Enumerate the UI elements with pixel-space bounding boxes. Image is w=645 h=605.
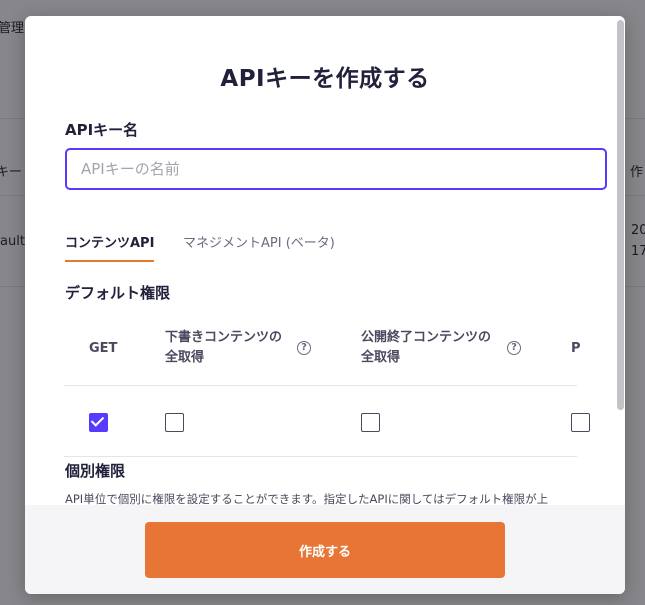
closed-fetch-checkbox[interactable] — [361, 413, 380, 432]
individual-permissions-title: 個別権限 — [65, 462, 126, 480]
modal-footer: 作成する — [25, 505, 625, 594]
modal-scrollbar-thumb[interactable] — [617, 20, 624, 410]
create-api-key-modal: APIキーを作成する APIキー名 コンテンツAPI マネジメントAPI (ベー… — [25, 16, 625, 594]
draft-fetch-checkbox[interactable] — [165, 413, 184, 432]
create-button[interactable]: 作成する — [145, 522, 505, 578]
api-type-tabs: コンテンツAPI マネジメントAPI (ベータ) — [65, 232, 577, 262]
tab-management-api[interactable]: マネジメントAPI (ベータ) — [183, 232, 335, 251]
perm-header-closed-fetch: 公開終了コンテンツの 全取得 — [361, 330, 492, 365]
perm-header-get: GET — [89, 341, 118, 356]
question-circle-icon[interactable]: ? — [297, 341, 311, 355]
api-key-name-label: APIキー名 — [65, 121, 139, 139]
perm-header-draft-fetch: 下書きコンテンツの 全取得 — [165, 330, 283, 365]
table-divider — [64, 456, 577, 457]
tab-content-api[interactable]: コンテンツAPI — [65, 232, 155, 262]
api-key-name-input[interactable] — [65, 148, 607, 190]
get-permission-checkbox[interactable] — [89, 413, 108, 432]
question-circle-icon[interactable]: ? — [507, 341, 521, 355]
perm-header-post: P — [571, 341, 581, 356]
default-permissions-title: デフォルト権限 — [65, 284, 171, 302]
post-permission-checkbox[interactable] — [571, 413, 590, 432]
modal-title: APIキーを作成する — [220, 66, 430, 92]
table-divider — [64, 385, 577, 386]
